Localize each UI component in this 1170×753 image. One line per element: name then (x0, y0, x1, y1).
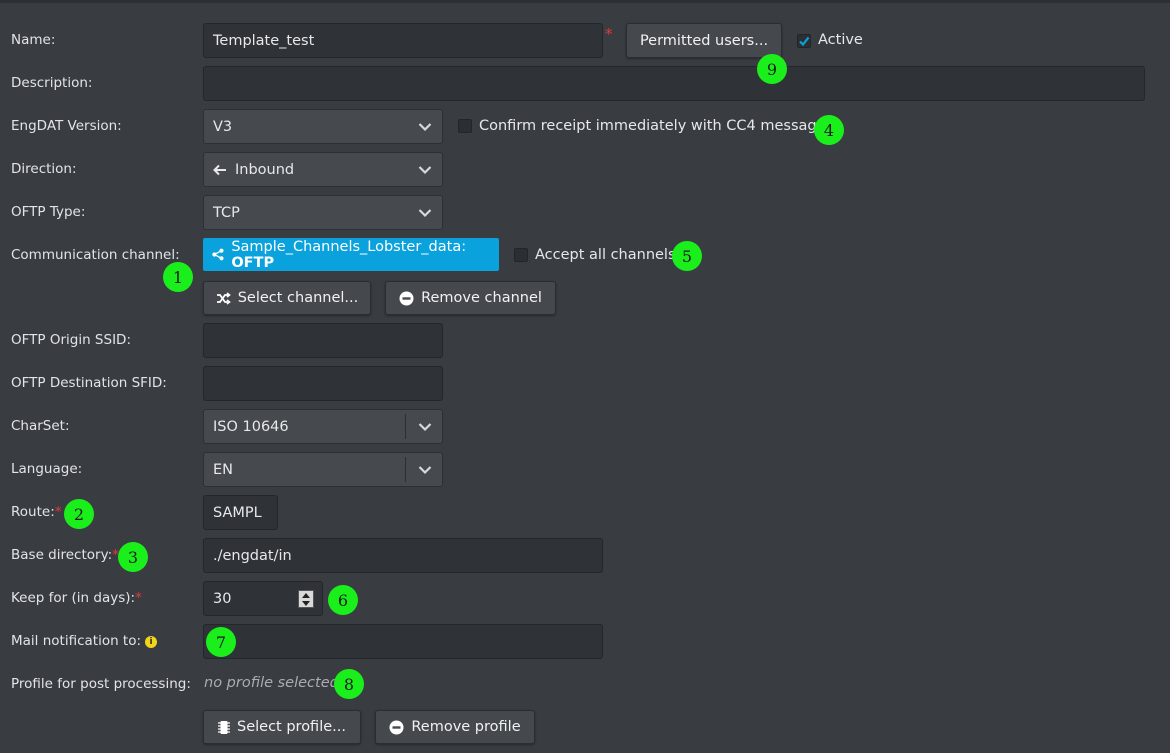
profile-post-processing-label: Profile for post processing: (11, 676, 191, 692)
select-profile-button-label: Select profile... (237, 719, 346, 735)
chevron-down-icon (418, 422, 432, 431)
minus-circle-icon (389, 720, 404, 734)
mail-notification-input[interactable] (203, 624, 603, 659)
oftp-type-label: OFTP Type: (11, 204, 86, 220)
remove-profile-button[interactable]: Remove profile (375, 710, 535, 744)
oftp-destination-sfid-input[interactable] (203, 366, 443, 401)
language-select[interactable]: EN (203, 452, 443, 487)
direction-select[interactable]: Inbound (203, 152, 443, 187)
profile-post-processing-value: no profile selected (204, 675, 339, 691)
top-border (0, 0, 1170, 3)
number-spinner[interactable] (298, 590, 314, 608)
charset-select[interactable]: ISO 10646 (203, 409, 443, 444)
mail-notification-label: Mail notification to: (11, 633, 142, 649)
check-icon (799, 36, 810, 47)
annotation-badge-1: 1 (163, 262, 193, 292)
chevron-down-icon (418, 165, 432, 174)
engdat-version-value: V3 (213, 118, 233, 135)
minus-circle-icon (399, 291, 414, 305)
share-icon (212, 248, 224, 261)
charset-label: CharSet: (11, 418, 70, 434)
annotation-badge-4: 4 (814, 115, 844, 145)
chevron-down-icon (418, 208, 432, 217)
base-directory-input[interactable]: ./engdat/in (203, 538, 603, 573)
accept-all-channels-label: Accept all channels (535, 247, 676, 263)
engdat-version-select[interactable]: V3 (203, 109, 443, 144)
keep-for-label: Keep for (in days):* (11, 590, 142, 606)
active-label: Active (818, 32, 863, 48)
shuffle-icon (216, 291, 231, 305)
remove-channel-button[interactable]: Remove channel (385, 281, 556, 315)
confirm-cc4-label: Confirm receipt immediately with CC4 mes… (479, 118, 826, 134)
chevron-down-icon (418, 465, 432, 474)
select-channel-button-label: Select channel... (237, 290, 359, 306)
permitted-users-button-label: Permitted users... (639, 32, 769, 49)
select-divider (405, 414, 406, 439)
permitted-users-button[interactable]: Permitted users... (626, 23, 782, 58)
engdat-version-label: EngDAT Version: (11, 118, 122, 134)
annotation-badge-5: 5 (672, 241, 702, 271)
name-input-value: Template_test (213, 32, 315, 49)
description-label: Description: (11, 75, 93, 91)
route-label: Route:* (11, 504, 62, 520)
remove-profile-button-label: Remove profile (411, 719, 521, 735)
language-value: EN (213, 461, 234, 478)
channel-type: OFTP (231, 254, 275, 271)
annotation-badge-8: 8 (334, 669, 364, 699)
base-directory-value: ./engdat/in (213, 547, 292, 564)
info-icon[interactable]: i (145, 636, 157, 648)
communication-channel-chip[interactable]: Sample_Channels_Lobster_data: OFTP (203, 238, 499, 271)
active-checkbox[interactable] (797, 34, 811, 48)
route-input[interactable]: SAMPL (203, 495, 278, 530)
name-input[interactable]: Template_test (203, 23, 603, 58)
description-input[interactable] (203, 66, 1145, 101)
spin-down-icon[interactable] (302, 600, 310, 606)
charset-value: ISO 10646 (213, 418, 289, 435)
annotation-badge-2: 2 (64, 499, 94, 529)
confirm-cc4-checkbox[interactable] (458, 119, 472, 133)
route-value: SAMPL (213, 504, 262, 521)
annotation-badge-7: 7 (206, 627, 236, 657)
chevron-down-icon (418, 122, 432, 131)
select-channel-button[interactable]: Select channel... (203, 281, 371, 315)
direction-value: Inbound (235, 161, 295, 178)
chip-icon (218, 720, 230, 734)
oftp-destination-sfid-label: OFTP Destination SFID: (11, 375, 167, 391)
channel-name: Sample_Channels_Lobster_data: (231, 238, 467, 255)
arrow-left-icon (213, 164, 226, 175)
oftp-type-select[interactable]: TCP (203, 195, 443, 230)
direction-label: Direction: (11, 161, 77, 177)
oftp-type-value: TCP (213, 204, 240, 221)
language-label: Language: (11, 461, 83, 477)
keep-for-value: 30 (213, 590, 232, 607)
accept-all-channels-checkbox[interactable] (514, 248, 528, 262)
select-profile-button[interactable]: Select profile... (203, 710, 361, 744)
communication-channel-label: Communication channel: (11, 247, 180, 263)
name-required-mark: * (605, 25, 613, 43)
name-label: Name: (11, 32, 56, 48)
remove-channel-button-label: Remove channel (421, 290, 542, 306)
annotation-badge-3: 3 (118, 542, 148, 572)
select-divider (405, 457, 406, 482)
annotation-badge-9: 9 (757, 54, 787, 84)
oftp-origin-ssid-label: OFTP Origin SSID: (11, 332, 131, 348)
annotation-badge-6: 6 (328, 585, 358, 615)
spin-up-icon[interactable] (302, 592, 310, 598)
base-directory-label: Base directory:* (11, 547, 119, 563)
oftp-origin-ssid-input[interactable] (203, 323, 443, 358)
